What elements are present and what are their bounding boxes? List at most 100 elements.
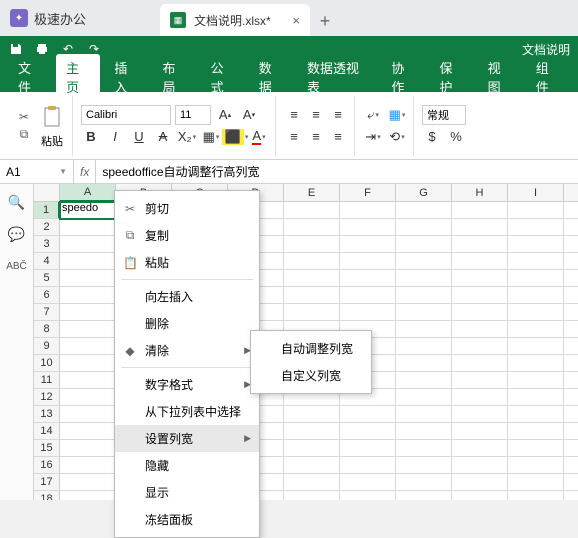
- cell[interactable]: [508, 270, 564, 287]
- cell[interactable]: [340, 253, 396, 270]
- context-menu-item[interactable]: ✂剪切: [115, 195, 259, 222]
- cell[interactable]: [508, 287, 564, 304]
- cell[interactable]: [396, 338, 452, 355]
- context-menu-item[interactable]: 设置列宽▶: [115, 425, 259, 452]
- subscript-button[interactable]: X₂: [177, 127, 197, 147]
- cell[interactable]: [564, 355, 578, 372]
- context-menu-item[interactable]: 显示: [115, 479, 259, 506]
- fx-icon[interactable]: fx: [74, 160, 96, 183]
- wrap-text-button[interactable]: ⤶: [363, 105, 383, 125]
- cell[interactable]: [508, 372, 564, 389]
- menu-布局[interactable]: 布局: [152, 54, 196, 100]
- cell[interactable]: [284, 474, 340, 491]
- cell[interactable]: [452, 219, 508, 236]
- context-menu-item[interactable]: 向左插入: [115, 283, 259, 310]
- cell[interactable]: [340, 219, 396, 236]
- row-header[interactable]: 8: [34, 321, 60, 338]
- cell[interactable]: [508, 304, 564, 321]
- cell[interactable]: [396, 423, 452, 440]
- cell[interactable]: [60, 253, 116, 270]
- cell[interactable]: [396, 270, 452, 287]
- context-menu-item[interactable]: 从下拉列表中选择: [115, 398, 259, 425]
- cell[interactable]: [284, 202, 340, 219]
- cell[interactable]: [452, 474, 508, 491]
- cell[interactable]: [396, 219, 452, 236]
- fill-color-button[interactable]: ⬛: [225, 127, 245, 147]
- menu-保护[interactable]: 保护: [429, 54, 473, 100]
- cell[interactable]: [396, 389, 452, 406]
- formula-input[interactable]: speedoffice自动调整行高列宽: [96, 163, 578, 180]
- cell[interactable]: [396, 491, 452, 500]
- merge-button[interactable]: ▦: [387, 105, 407, 125]
- cell[interactable]: [340, 304, 396, 321]
- add-tab-button[interactable]: +: [310, 6, 340, 36]
- cell[interactable]: [508, 236, 564, 253]
- cell[interactable]: [452, 457, 508, 474]
- row-header[interactable]: 18: [34, 491, 60, 500]
- font-color-button[interactable]: A: [249, 127, 269, 147]
- comment-icon[interactable]: 💬: [7, 224, 27, 244]
- cell[interactable]: [340, 236, 396, 253]
- cell[interactable]: [564, 406, 578, 423]
- row-header[interactable]: 15: [34, 440, 60, 457]
- context-menu-item[interactable]: 数字格式▶: [115, 371, 259, 398]
- cell[interactable]: [340, 406, 396, 423]
- cell[interactable]: [508, 440, 564, 457]
- cell[interactable]: [452, 423, 508, 440]
- orientation-button[interactable]: ⟲: [387, 127, 407, 147]
- cell[interactable]: [508, 219, 564, 236]
- cell[interactable]: [60, 219, 116, 236]
- cell[interactable]: [564, 270, 578, 287]
- cell[interactable]: [396, 440, 452, 457]
- cell[interactable]: [452, 491, 508, 500]
- cell[interactable]: [284, 270, 340, 287]
- chevron-down-icon[interactable]: ▼: [59, 167, 67, 176]
- cell[interactable]: [452, 236, 508, 253]
- context-menu-item[interactable]: 📋粘贴: [115, 249, 259, 276]
- cell[interactable]: [60, 423, 116, 440]
- cell[interactable]: [508, 389, 564, 406]
- row-header[interactable]: 9: [34, 338, 60, 355]
- context-menu-item[interactable]: 冻结面板: [115, 506, 259, 533]
- column-header[interactable]: J: [564, 184, 578, 202]
- menu-文件[interactable]: 文件: [8, 54, 52, 100]
- currency-button[interactable]: $: [422, 127, 442, 147]
- cell[interactable]: [508, 423, 564, 440]
- italic-button[interactable]: I: [105, 127, 125, 147]
- cell[interactable]: [284, 219, 340, 236]
- font-size-select[interactable]: [175, 105, 211, 125]
- cell[interactable]: [452, 372, 508, 389]
- cell[interactable]: [396, 457, 452, 474]
- column-header[interactable]: F: [340, 184, 396, 202]
- cell[interactable]: [508, 474, 564, 491]
- cell[interactable]: [396, 372, 452, 389]
- document-tab[interactable]: ▦ 文档说明.xlsx* ×: [160, 4, 310, 36]
- paste-button[interactable]: 粘贴: [38, 103, 66, 149]
- cell[interactable]: [508, 202, 564, 219]
- cell[interactable]: [564, 219, 578, 236]
- cell[interactable]: [60, 270, 116, 287]
- search-icon[interactable]: 🔍: [7, 192, 27, 212]
- context-menu-item[interactable]: ⧉复制: [115, 222, 259, 249]
- cell[interactable]: [60, 389, 116, 406]
- cell[interactable]: [564, 389, 578, 406]
- cell[interactable]: [508, 457, 564, 474]
- decrease-font-icon[interactable]: A▾: [239, 105, 259, 125]
- cell[interactable]: [564, 304, 578, 321]
- cell[interactable]: [396, 304, 452, 321]
- row-header[interactable]: 4: [34, 253, 60, 270]
- cell[interactable]: [340, 287, 396, 304]
- cell[interactable]: [564, 440, 578, 457]
- cell[interactable]: [564, 338, 578, 355]
- column-header[interactable]: I: [508, 184, 564, 202]
- row-header[interactable]: 3: [34, 236, 60, 253]
- cell[interactable]: [452, 321, 508, 338]
- name-box[interactable]: A1▼: [0, 160, 74, 183]
- cell[interactable]: [340, 457, 396, 474]
- cell[interactable]: [452, 287, 508, 304]
- border-button[interactable]: ▦: [201, 127, 221, 147]
- cell[interactable]: [284, 457, 340, 474]
- strike-button[interactable]: A: [153, 127, 173, 147]
- cell[interactable]: [60, 457, 116, 474]
- increase-font-icon[interactable]: A▴: [215, 105, 235, 125]
